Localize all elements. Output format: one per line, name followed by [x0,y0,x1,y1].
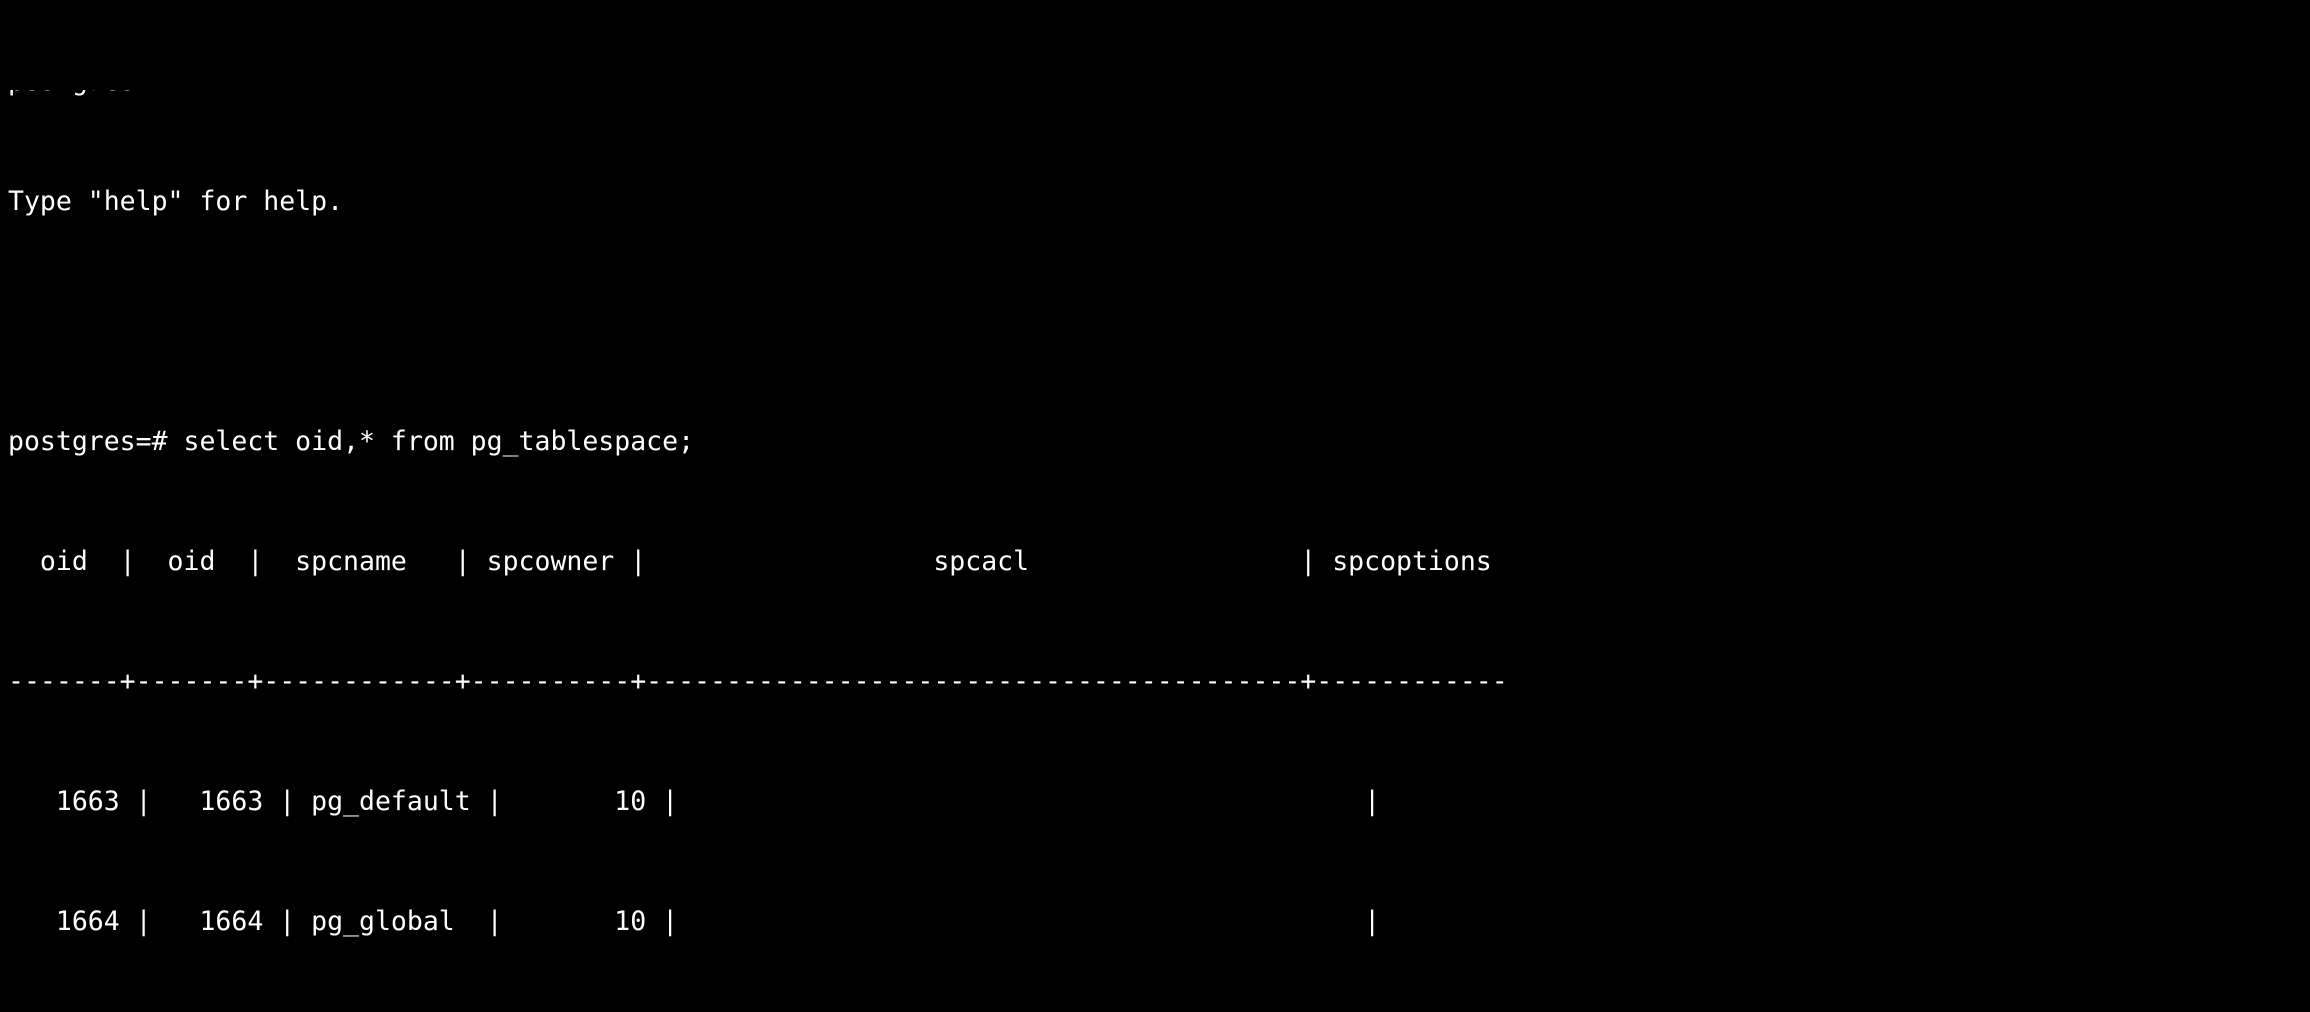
terminal-line-partial: postgres=# [8,90,2310,97]
terminal-window[interactable]: postgres=# Type "help" for help. postgre… [0,0,2310,937]
table-row: 1663 | 1663 | pg_default | 10 | | [8,786,1381,817]
table-row: 1664 | 1664 | pg_global | 10 | | [8,906,1381,937]
terminal-line-command[interactable]: postgres=# select oid,* from pg_tablespa… [8,427,2310,457]
table-header-row: oid | oid | spcname | spcowner | spcacl … [8,546,1508,577]
table-separator-row: -------+-------+------------+----------+… [8,666,1508,697]
terminal-line-help: Type "help" for help. [8,186,344,217]
terminal-line-clipped-top: postgres=# [8,90,2310,97]
